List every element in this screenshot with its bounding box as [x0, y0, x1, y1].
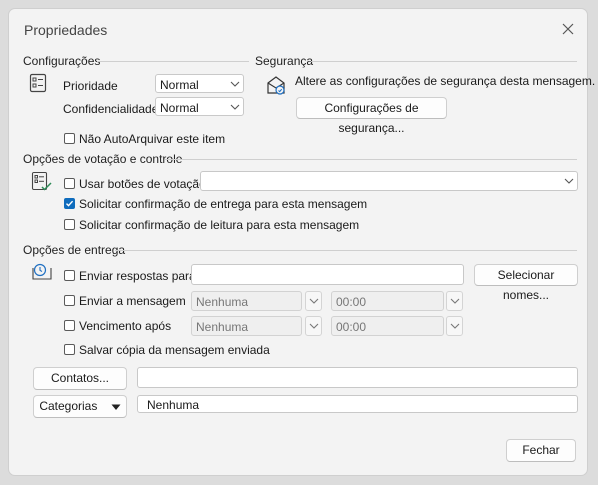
voting-checklist-icon [31, 171, 53, 193]
chevron-down-icon [307, 294, 321, 308]
delivery-receipt-label: Solicitar confirmação de entrega para es… [79, 197, 368, 211]
close-button-label: Fechar [522, 443, 560, 457]
voting-group-label: Opções de votação e controle [23, 152, 183, 166]
priority-select[interactable]: Normal [155, 74, 244, 93]
use-voting-checkbox[interactable] [64, 178, 75, 189]
delivery-group-label: Opções de entrega [23, 243, 126, 257]
use-voting-label: Usar botões de votação [79, 177, 206, 191]
voting-buttons-select[interactable] [200, 171, 578, 191]
security-divider [311, 61, 577, 62]
properties-icon [29, 73, 47, 93]
priority-value: Normal [160, 78, 199, 92]
expires-label: Vencimento após [79, 319, 172, 333]
replies-input[interactable] [191, 264, 464, 285]
chevron-down-icon [228, 77, 242, 91]
properties-dialog: Propriedades Configurações Prioridade No… [8, 8, 595, 476]
chevron-down-icon [562, 174, 576, 188]
send-time-value: 00:00 [336, 295, 367, 309]
settings-divider [97, 61, 249, 62]
security-settings-button-label: Configurações de segurança... [324, 101, 419, 135]
categories-field: Nenhuma [137, 395, 578, 413]
voting-divider [165, 159, 577, 160]
delivery-clock-icon [31, 262, 53, 282]
send-time-dropdown[interactable] [446, 291, 463, 311]
dialog-title: Propriedades [24, 22, 108, 38]
lock-envelope-icon [265, 73, 287, 97]
chevron-down-icon [448, 319, 462, 333]
categories-value: Nenhuma [147, 398, 200, 412]
no-autoarchive-checkbox[interactable] [64, 133, 75, 144]
close-icon[interactable] [560, 21, 576, 37]
send-date-dropdown[interactable] [305, 291, 322, 311]
contacts-button[interactable]: Contatos... [33, 367, 127, 390]
security-description: Altere as configurações de segurança des… [295, 74, 596, 88]
priority-label: Prioridade [63, 79, 118, 93]
read-receipt-checkbox[interactable] [64, 219, 75, 230]
categories-button[interactable]: Categorias [33, 395, 127, 418]
categories-button-label: Categorias [39, 399, 98, 413]
save-copy-checkbox[interactable] [64, 344, 75, 355]
save-copy-label: Salvar cópia da mensagem enviada [79, 343, 270, 357]
expires-time-dropdown[interactable] [446, 316, 463, 336]
select-names-button-label: Selecionar nomes... [497, 268, 555, 302]
chevron-down-icon [448, 294, 462, 308]
security-group-label: Segurança [255, 54, 314, 68]
settings-group-label: Configurações [23, 54, 101, 68]
send-date-value: Nenhuma [196, 295, 249, 309]
send-time-input[interactable]: 00:00 [331, 291, 444, 311]
delivery-divider [115, 250, 577, 251]
triangle-down-icon [111, 403, 121, 411]
select-names-button[interactable]: Selecionar nomes... [474, 264, 578, 302]
read-receipt-label: Solicitar confirmação de leitura para es… [79, 218, 360, 232]
close-button[interactable]: Fechar [506, 439, 576, 462]
expires-time-input[interactable]: 00:00 [331, 316, 444, 336]
expires-date-dropdown[interactable] [305, 316, 322, 336]
contacts-input[interactable] [137, 367, 578, 388]
expires-checkbox[interactable] [64, 320, 75, 331]
chevron-down-icon [228, 100, 242, 114]
expires-date-input[interactable]: Nenhuma [191, 316, 302, 336]
expires-time-value: 00:00 [336, 320, 367, 334]
sensitivity-select[interactable]: Normal [155, 97, 244, 116]
send-message-label: Enviar a mensagem [79, 294, 186, 308]
sensitivity-value: Normal [160, 101, 199, 115]
expires-date-value: Nenhuma [196, 320, 249, 334]
send-date-input[interactable]: Nenhuma [191, 291, 302, 311]
no-autoarchive-label: Não AutoArquivar este item [79, 132, 226, 146]
replies-label: Enviar respostas para [79, 269, 196, 283]
send-message-checkbox[interactable] [64, 295, 75, 306]
delivery-receipt-checkbox[interactable] [64, 198, 75, 209]
replies-checkbox[interactable] [64, 270, 75, 281]
chevron-down-icon [307, 319, 321, 333]
sensitivity-label: Confidencialidade [63, 102, 159, 116]
security-settings-button[interactable]: Configurações de segurança... [296, 97, 447, 135]
contacts-button-label: Contatos... [50, 371, 110, 385]
